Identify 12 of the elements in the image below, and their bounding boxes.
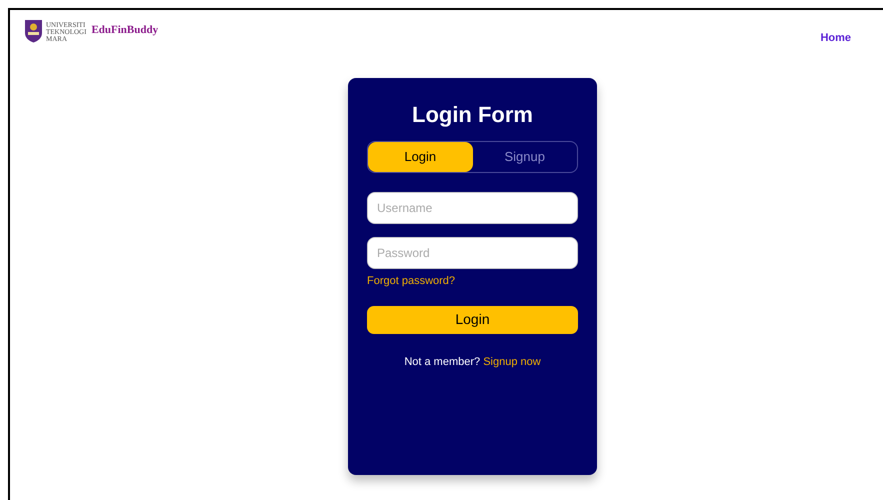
- tab[interactable]: Signup: [472, 142, 577, 172]
- nav-link[interactable]: Home: [820, 30, 851, 46]
- brand-name: EduFinBuddy: [91, 23, 158, 38]
- signup-prompt: Not a member? Signup now: [403, 354, 542, 370]
- forgot-password-link[interactable]: Forgot password?: [367, 273, 578, 290]
- signup-link[interactable]: Signup now: [483, 356, 541, 368]
- login-button[interactable]: Login: [367, 306, 578, 334]
- input-field[interactable]: Username: [367, 192, 578, 224]
- input-field[interactable]: Password: [367, 237, 578, 269]
- tab[interactable]: Login: [368, 142, 472, 172]
- form-title: Login Form: [411, 101, 534, 129]
- crest-icon: [24, 18, 43, 42]
